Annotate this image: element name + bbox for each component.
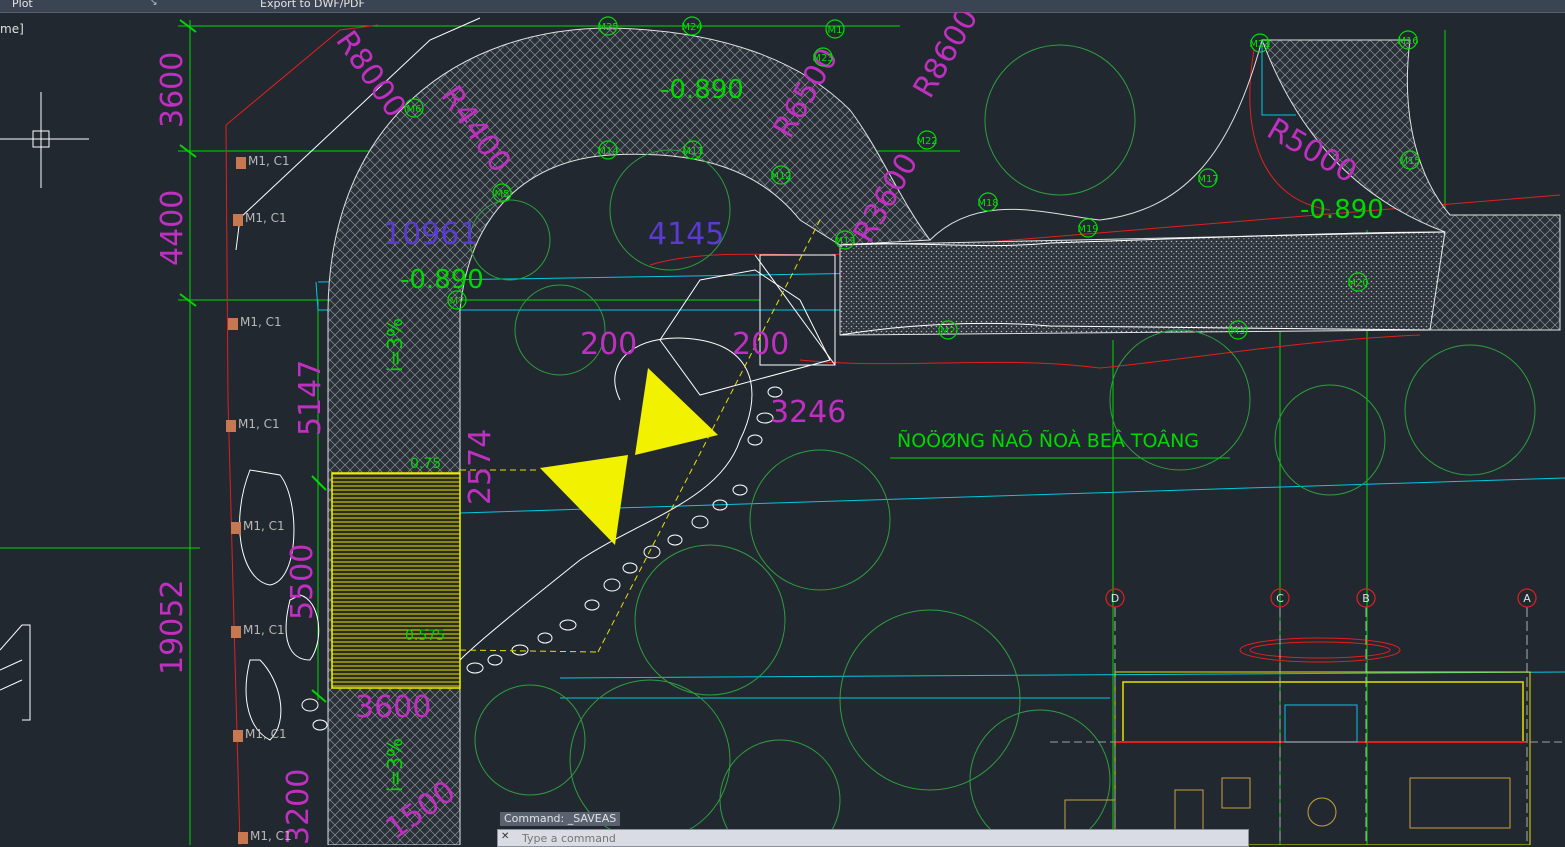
drawing-canvas[interactable]: 3600 4400 5147 19052 5500 3600 10961 414… <box>0 12 1565 845</box>
slope-label-1: i=3% <box>383 318 407 372</box>
svg-text:M12: M12 <box>770 171 791 182</box>
marker-m19: M19 <box>1077 218 1099 238</box>
svg-text:M24: M24 <box>681 22 702 33</box>
level-small-2: 0.575 <box>405 628 445 644</box>
post-label: M1, C1 <box>245 727 287 741</box>
post-label: M1, C1 <box>248 154 290 168</box>
crosshair-cursor-icon <box>0 92 89 188</box>
svg-text:M5: M5 <box>495 189 510 200</box>
grid-bubble-a: A <box>1517 588 1537 845</box>
stair-fragment <box>0 624 31 721</box>
post-marker <box>231 522 241 534</box>
plot-panel-label: Plot <box>12 0 33 10</box>
slope-label-2: i=3% <box>383 738 407 792</box>
post-label: M1, C1 <box>243 519 285 533</box>
dim-19052: 19052 <box>155 580 190 675</box>
svg-text:M20: M20 <box>1347 278 1368 289</box>
svg-text:M22: M22 <box>916 136 937 147</box>
post-marker <box>236 157 246 169</box>
svg-text:M17: M17 <box>1197 174 1218 185</box>
marker-m16: M16 <box>1397 30 1419 50</box>
level-top: -0.890 <box>660 75 744 105</box>
svg-text:M18: M18 <box>977 198 998 209</box>
dim-5147: 5147 <box>293 360 328 436</box>
svg-text:M7: M7 <box>450 296 465 307</box>
svg-text:A: A <box>1523 592 1531 605</box>
svg-text:M2: M2 <box>941 326 956 337</box>
svg-text:M14: M14 <box>597 146 618 157</box>
post-marker <box>233 214 243 226</box>
panel-launcher-icon[interactable]: ↘ <box>150 0 158 8</box>
dim-3600-bottom: 3600 <box>355 690 431 725</box>
post-label: M1, C1 <box>243 623 285 637</box>
dim-3600-top: 3600 <box>155 52 190 128</box>
svg-text:M16: M16 <box>1397 36 1418 47</box>
post-label: M1, C1 <box>250 829 292 843</box>
dim-4145: 4145 <box>648 217 724 252</box>
post-labels: M1, C1 M1, C1 M1, C1 M1, C1 M1, C1 M1, C1 M1, … <box>226 154 292 844</box>
svg-text:M25: M25 <box>597 22 618 33</box>
command-line[interactable]: Command: _SAVEAS ✕ <box>497 812 1249 847</box>
radius-r8600: R8600 <box>907 12 986 104</box>
marker-m21: M21 <box>1249 33 1271 53</box>
dim-4400: 4400 <box>155 190 190 266</box>
command-history: Command: _SAVEAS <box>500 812 621 826</box>
post-label: M1, C1 <box>240 315 282 329</box>
svg-text:B: B <box>1362 592 1370 605</box>
level-left: -0.890 <box>400 265 484 295</box>
post-marker <box>238 832 248 844</box>
dim-2574: 2574 <box>463 429 498 505</box>
post-label: M1, C1 <box>245 211 287 225</box>
svg-text:M15: M15 <box>1399 156 1420 167</box>
command-input-box[interactable]: ✕ <box>497 829 1249 847</box>
marker-m1: M1 <box>825 19 845 39</box>
post-marker <box>233 730 243 742</box>
grid-bubbles: DCBA <box>1105 588 1537 845</box>
svg-text:M6: M6 <box>407 104 422 115</box>
svg-text:M11: M11 <box>682 146 703 157</box>
dim-5500: 5500 <box>285 544 320 620</box>
command-input[interactable] <box>520 830 1224 846</box>
svg-text:M3: M3 <box>1231 326 1246 337</box>
marker-m18: M18 <box>977 192 999 212</box>
yellow-bowtie-symbol <box>540 368 718 545</box>
post-marker <box>231 626 241 638</box>
svg-text:M19: M19 <box>1077 224 1098 235</box>
svg-text:M13: M13 <box>834 236 855 247</box>
svg-text:M1: M1 <box>828 25 843 36</box>
svg-text:M21: M21 <box>1249 39 1270 50</box>
dim-200a: 200 <box>580 327 637 362</box>
dim-200b: 200 <box>732 327 789 362</box>
level-small-1: 0.75 <box>410 456 441 472</box>
close-icon[interactable]: ✕ <box>501 831 513 843</box>
marker-m17: M17 <box>1197 168 1219 188</box>
marker-m25: M25 <box>597 16 619 36</box>
concrete-path-note: ÑOÖØNG ÑAÕ ÑOÀ BEÂ TOÂNG <box>897 429 1199 452</box>
marker-m22: M22 <box>916 130 938 150</box>
grid-bubble-b: B <box>1356 588 1376 845</box>
dim-10961: 10961 <box>383 217 478 252</box>
svg-text:D: D <box>1111 592 1119 605</box>
dim-3246: 3246 <box>770 395 846 430</box>
export-dwf-pdf-button[interactable]: Export to DWF/PDF <box>260 0 365 10</box>
level-right: -0.890 <box>1300 195 1384 225</box>
svg-text:C: C <box>1276 592 1284 605</box>
radius-r8000: R8000 <box>328 25 412 125</box>
post-label: M1, C1 <box>238 417 280 431</box>
svg-text:M23: M23 <box>812 53 833 64</box>
post-marker <box>226 420 236 432</box>
post-marker <box>228 318 238 330</box>
marker-m24: M24 <box>681 16 703 36</box>
